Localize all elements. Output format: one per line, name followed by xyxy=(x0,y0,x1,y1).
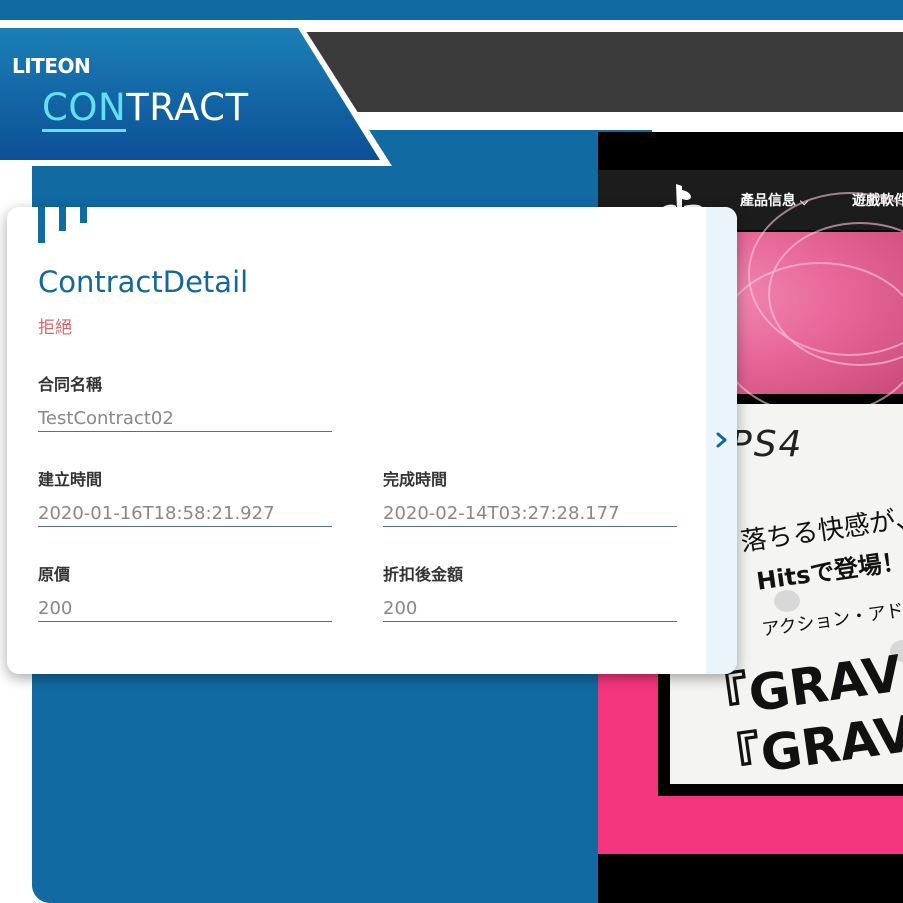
art-swirl xyxy=(718,262,903,416)
top-bar xyxy=(0,0,903,20)
card-title: ContractDetail xyxy=(38,265,249,299)
promo-nav-products-label: 產品信息 xyxy=(740,193,796,209)
status-badge: 拒絕 xyxy=(38,318,72,337)
discounted-amount-field[interactable] xyxy=(383,595,677,622)
completed-time-label: 完成時間 xyxy=(383,472,448,489)
created-time-label: 建立時間 xyxy=(38,472,103,489)
app-title: CONTRACT xyxy=(42,86,249,132)
app-stage: LITEON CONTRACT 產品信息 ⌵ 遊戲軟件 PS4 落ちる快感が、さ… xyxy=(0,0,903,903)
liteon-logo[interactable]: LITEON xyxy=(12,54,91,78)
ps4-label: PS4 xyxy=(730,424,804,465)
decorative-bar xyxy=(38,207,45,243)
app-title-highlight: CON xyxy=(42,86,127,132)
completed-time-field[interactable] xyxy=(383,500,677,527)
contract-detail-card: ContractDetail 拒絕 合同名稱 建立時間 完成時間 原價 折扣後金… xyxy=(7,207,737,674)
original-price-label: 原價 xyxy=(38,567,71,584)
contract-name-label: 合同名稱 xyxy=(38,377,103,394)
created-time-field[interactable] xyxy=(38,500,332,527)
discounted-amount-label: 折扣後金額 xyxy=(383,567,464,584)
chevron-right-icon[interactable] xyxy=(713,427,731,453)
decorative-bar xyxy=(80,207,87,223)
app-title-rest: TRACT xyxy=(126,86,249,129)
original-price-field[interactable] xyxy=(38,595,332,622)
decorative-bar xyxy=(59,207,66,231)
paw-print-icon xyxy=(774,590,800,612)
contract-name-field[interactable] xyxy=(38,405,332,432)
